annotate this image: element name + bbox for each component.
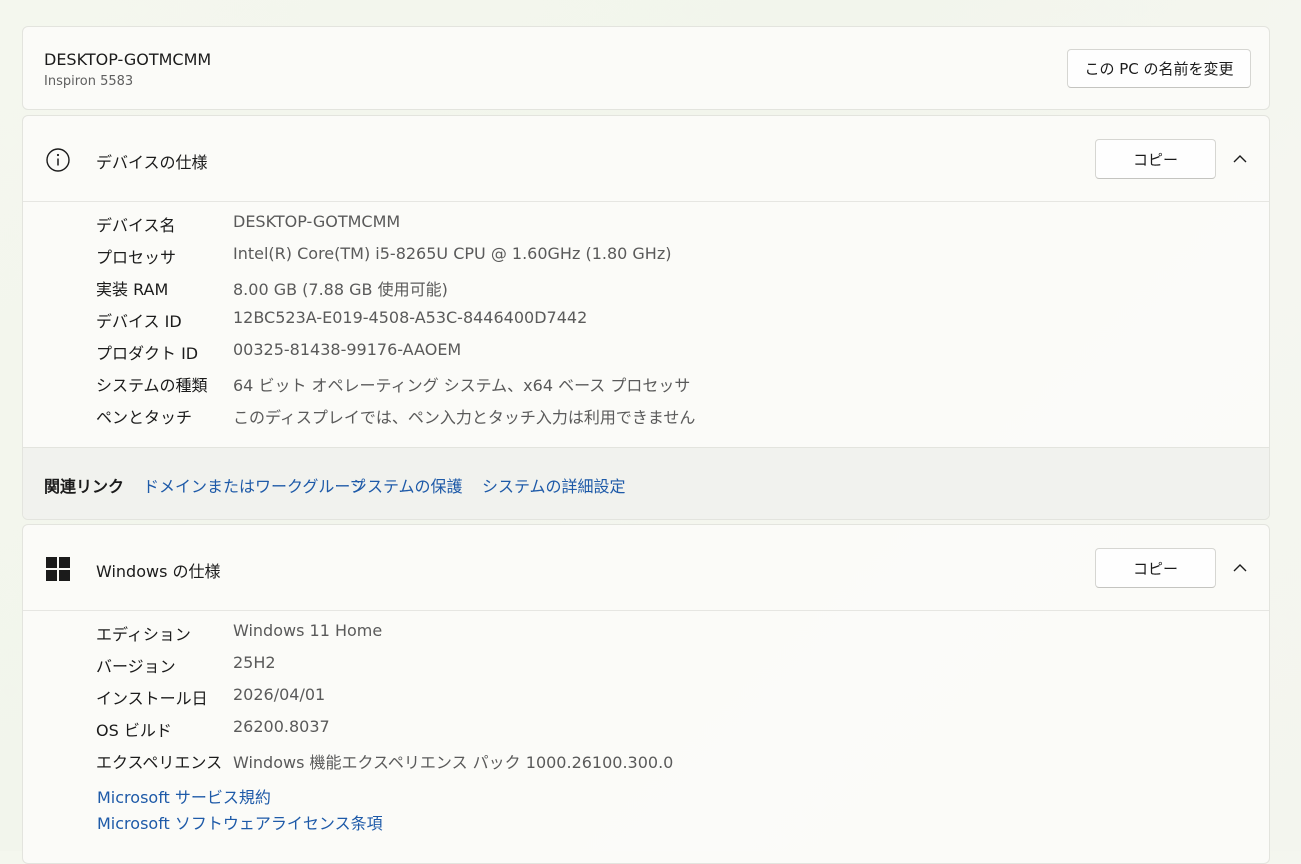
copy-device-specs-button[interactable]: コピー	[1095, 139, 1216, 179]
spec-label: プロセッサ	[96, 248, 177, 267]
spec-value: 2026/04/01	[233, 685, 326, 704]
domain-workgroup-link[interactable]: ドメインまたはワークグループ	[143, 473, 365, 497]
spec-value: 00325-81438-99176-AAOEM	[233, 340, 462, 359]
windows-specs-title: Windows の仕様	[96, 562, 221, 581]
microsoft-license-terms-link[interactable]: Microsoft ソフトウェアライセンス条項	[97, 810, 383, 834]
windows-logo-icon	[46, 557, 70, 581]
spec-value: 25H2	[233, 653, 276, 672]
spec-label: バージョン	[96, 657, 176, 676]
spec-value: DESKTOP-GOTMCMM	[233, 212, 401, 231]
device-specs-card: デバイスの仕様 コピー デバイス名 DESKTOP-GOTMCMM プロセッサ …	[22, 115, 1270, 520]
spec-value: Windows 機能エクスペリエンス パック 1000.26100.300.0	[233, 753, 674, 772]
spec-value: 26200.8037	[233, 717, 330, 736]
spec-value: 64 ビット オペレーティング システム、x64 ベース プロセッサ	[233, 376, 691, 395]
windows-specs-card: Windows の仕様 コピー エディション Windows 11 Home バ…	[22, 524, 1270, 864]
chevron-up-icon	[1233, 155, 1247, 163]
pc-name: DESKTOP-GOTMCMM	[44, 50, 212, 69]
collapse-device-specs-button[interactable]	[1225, 144, 1255, 174]
copy-windows-specs-button[interactable]: コピー	[1095, 548, 1216, 588]
chevron-up-icon	[1233, 564, 1247, 572]
spec-label: エディション	[96, 625, 191, 644]
spec-value: 8.00 GB (7.88 GB 使用可能)	[233, 280, 448, 299]
spec-label: エクスペリエンス	[96, 753, 223, 772]
rename-pc-button[interactable]: この PC の名前を変更	[1067, 49, 1251, 88]
pc-model: Inspiron 5583	[44, 74, 134, 89]
collapse-windows-specs-button[interactable]	[1225, 553, 1255, 583]
spec-label: デバイス名	[96, 216, 176, 235]
spec-label: OS ビルド	[96, 721, 172, 740]
related-links-label: 関連リンク	[44, 477, 125, 496]
device-specs-title: デバイスの仕様	[96, 153, 208, 172]
spec-label: システムの種類	[96, 376, 208, 395]
spec-label: 実装 RAM	[96, 280, 169, 299]
system-protection-link[interactable]: システムの保護	[351, 473, 463, 497]
spec-label: デバイス ID	[96, 312, 182, 331]
advanced-system-settings-link[interactable]: システムの詳細設定	[482, 473, 626, 497]
spec-label: インストール日	[96, 689, 208, 708]
spec-value: このディスプレイでは、ペン入力とタッチ入力は利用できません	[233, 408, 696, 427]
info-icon	[46, 148, 70, 172]
device-specs-header[interactable]: デバイスの仕様 コピー	[23, 116, 1269, 202]
spec-value: 12BC523A-E019-4508-A53C-8446400D7442	[233, 308, 588, 327]
pc-name-card: DESKTOP-GOTMCMM Inspiron 5583 この PC の名前を…	[22, 26, 1270, 110]
microsoft-service-agreement-link[interactable]: Microsoft サービス規約	[97, 784, 271, 808]
spec-label: ペンとタッチ	[96, 408, 193, 427]
spec-label: プロダクト ID	[96, 344, 199, 363]
windows-specs-header[interactable]: Windows の仕様 コピー	[23, 525, 1269, 611]
spec-value: Intel(R) Core(TM) i5-8265U CPU @ 1.60GHz…	[233, 244, 672, 263]
spec-value: Windows 11 Home	[233, 621, 383, 640]
related-links-bar: 関連リンク ドメインまたはワークグループ システムの保護 システムの詳細設定	[23, 447, 1269, 519]
